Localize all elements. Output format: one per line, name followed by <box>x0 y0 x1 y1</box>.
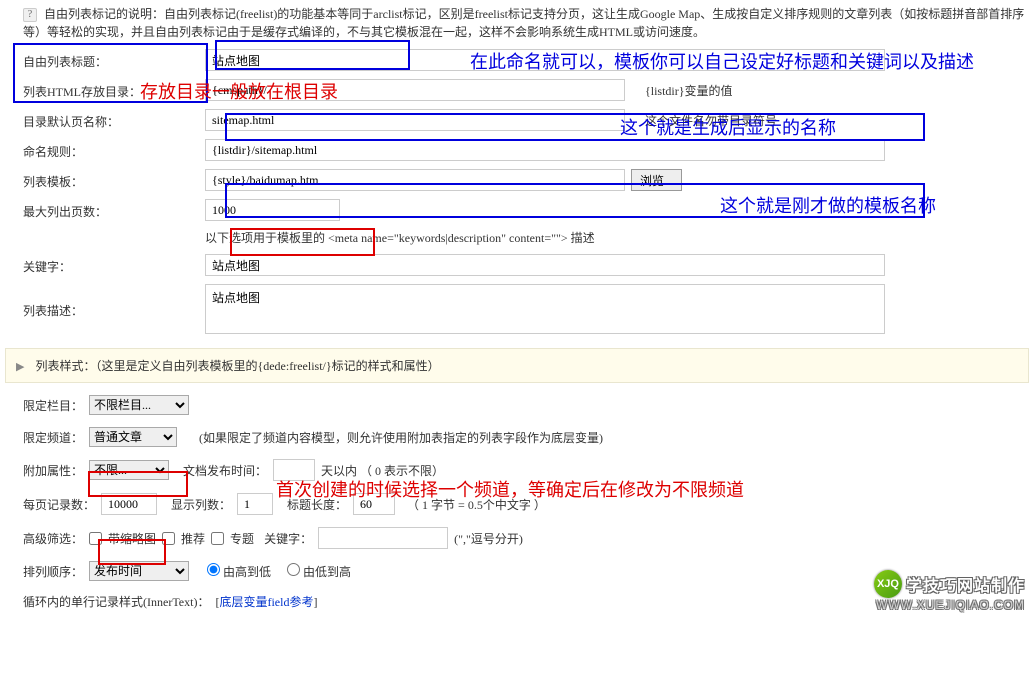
label-kw2: 关键字： <box>264 530 312 547</box>
special-label: 专题 <box>230 530 254 547</box>
label-pubtime: 文档发布时间： <box>183 462 267 479</box>
label-keywords: 关键字： <box>5 254 205 275</box>
label-advfilter: 高级筛选： <box>23 530 83 547</box>
label-title: 自由列表标题： <box>5 49 205 70</box>
watermark-logo: XJQ <box>874 570 902 598</box>
label-maxpage: 最大列出页数： <box>5 199 205 220</box>
defaultpage-hint: 这个文件名勿带目录符号 <box>645 112 777 129</box>
keywords-input[interactable] <box>205 254 885 276</box>
defaultpage-input[interactable] <box>205 109 625 131</box>
label-template: 列表模板： <box>5 169 205 190</box>
title-input[interactable] <box>205 49 885 71</box>
label-desc: 列表描述： <box>5 284 205 319</box>
help-icon: ? <box>23 8 37 22</box>
recommend-label: 推荐 <box>181 530 205 547</box>
kw2-hint: (","逗号分开) <box>454 530 523 547</box>
meta-hint: 以下选项用于模板里的 <meta name="keywords|descript… <box>205 229 1029 246</box>
kw2-input[interactable] <box>318 527 448 549</box>
label-titlelen: 标题长度： <box>287 496 347 513</box>
chan-hint: (如果限定了频道内容模型，则允许使用附加表指定的列表字段作为底层变量) <box>199 429 603 446</box>
thumb-label: 带缩略图 <box>108 530 156 547</box>
dispcol-input[interactable] <box>237 493 273 515</box>
label-limit-chan: 限定频道： <box>23 429 83 446</box>
thumb-checkbox[interactable] <box>89 532 102 545</box>
arrow-icon: ▶ <box>16 361 24 373</box>
intro-text: ? 自由列表标记的说明：自由列表标记(freelist)的功能基本等同于arcl… <box>23 5 1029 41</box>
titlelen-hint: （ 1 字节 = 0.5个中文字 ） <box>407 496 546 513</box>
label-addprop: 附加属性： <box>23 462 83 479</box>
watermark: XJQ 学技巧网站制作 WWW.XUEJIQIAO.COM <box>874 570 1025 612</box>
htmldir-input[interactable] <box>205 79 625 101</box>
browse-button[interactable]: 浏览... <box>631 169 682 191</box>
desc-radio-label: 由高到低 <box>223 565 271 579</box>
label-loop: 循环内的单行记录样式(InnerText)： <box>23 593 209 610</box>
maxpage-input[interactable] <box>205 199 340 221</box>
limit-chan-select[interactable]: 普通文章 <box>89 427 177 447</box>
style-bar: ▶ 列表样式：（这里是定义自由列表模板里的{dede:freelist/}标记的… <box>5 348 1029 383</box>
htmldir-hint: {listdir}变量的值 <box>645 82 733 99</box>
perpage-input[interactable] <box>101 493 157 515</box>
asc-radio[interactable] <box>287 563 300 576</box>
special-checkbox[interactable] <box>211 532 224 545</box>
label-order: 排列顺序： <box>23 563 83 580</box>
recommend-checkbox[interactable] <box>162 532 175 545</box>
watermark-line2: WWW.XUEJIQIAO.COM <box>874 598 1025 612</box>
asc-radio-label: 由低到高 <box>303 565 351 579</box>
addprop-select[interactable]: 不限... <box>89 460 169 480</box>
label-limit-col: 限定栏目： <box>23 397 83 414</box>
desc-radio[interactable] <box>207 563 220 576</box>
pubtime-hint: 天以内 （ 0 表示不限） <box>321 462 444 479</box>
label-perpage: 每页记录数： <box>23 496 95 513</box>
limit-col-select[interactable]: 不限栏目... <box>89 395 189 415</box>
label-htmldir: 列表HTML存放目录： <box>5 79 205 100</box>
label-dispcol: 显示列数： <box>171 496 231 513</box>
titlelen-input[interactable] <box>353 493 395 515</box>
desc-textarea[interactable]: 站点地图 <box>205 284 885 334</box>
fieldref-link[interactable]: 底层变量field参考 <box>219 595 313 609</box>
label-naming: 命名规则： <box>5 139 205 160</box>
watermark-line1: 学技巧网站制作 <box>906 572 1025 596</box>
naming-input[interactable] <box>205 139 885 161</box>
order-select[interactable]: 发布时间 <box>89 561 189 581</box>
template-input[interactable] <box>205 169 625 191</box>
pubtime-input[interactable] <box>273 459 315 481</box>
label-defaultpage: 目录默认页名称： <box>5 109 205 130</box>
